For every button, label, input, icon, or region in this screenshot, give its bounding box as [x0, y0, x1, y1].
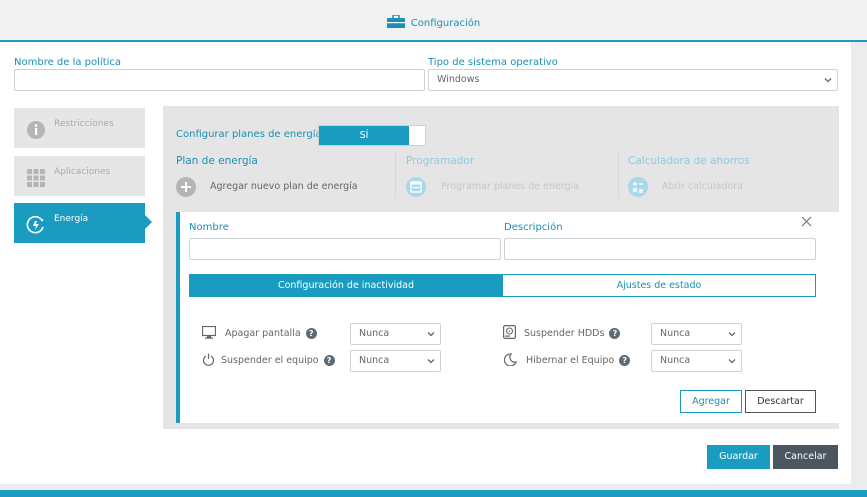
- info-icon: [26, 120, 46, 140]
- configure-energy-toggle[interactable]: SÍ: [318, 125, 426, 146]
- os-type-label: Tipo de sistema operativo: [428, 57, 558, 68]
- close-icon[interactable]: [801, 216, 812, 227]
- bottom-accent-bar: [0, 490, 867, 497]
- help-icon[interactable]: ?: [619, 355, 631, 366]
- sidebar-item-label: Energía: [54, 214, 89, 224]
- sidebar-item-energia[interactable]: Energía: [14, 203, 152, 243]
- sidebar-item-label: Restricciones: [54, 119, 114, 129]
- option-label-hibernate: Hibernar el Equipo?: [526, 355, 631, 366]
- suspend-hdds-select[interactable]: Nunca: [651, 323, 742, 345]
- turn-off-screen-select[interactable]: Nunca: [350, 323, 441, 345]
- plan-description-input[interactable]: [504, 238, 816, 260]
- chevron-down-icon: [824, 78, 832, 83]
- suspend-computer-select[interactable]: Nunca: [350, 350, 441, 372]
- chevron-down-icon: [728, 359, 736, 364]
- plus-icon[interactable]: [176, 177, 196, 197]
- help-icon[interactable]: ?: [305, 328, 317, 339]
- option-text: Hibernar el Equipo: [526, 355, 615, 366]
- select-value: Nunca: [660, 328, 691, 339]
- select-value: Nunca: [660, 355, 691, 366]
- header-title: Configuración: [0, 14, 867, 31]
- calculator-icon[interactable]: [628, 177, 648, 197]
- select-value: Nunca: [359, 355, 390, 366]
- configure-energy-label: Configurar planes de energía: [176, 129, 322, 140]
- cancel-button[interactable]: Cancelar: [773, 445, 838, 469]
- chevron-down-icon: [427, 332, 435, 337]
- scheduler-heading: Programador: [406, 155, 475, 167]
- moon-icon: [504, 353, 517, 366]
- option-text: Suspender el equipo: [221, 355, 319, 366]
- plan-description-label: Descripción: [504, 222, 563, 233]
- calculator-heading: Calculadora de ahorros: [628, 155, 750, 167]
- power-icon: [202, 353, 215, 366]
- column-divider: [618, 152, 619, 198]
- hibernate-select[interactable]: Nunca: [651, 350, 742, 372]
- plan-heading: Plan de energía: [176, 155, 258, 167]
- discard-button[interactable]: Descartar: [745, 390, 816, 413]
- briefcase-icon: [386, 14, 405, 31]
- header-title-text: Configuración: [410, 18, 481, 29]
- help-icon[interactable]: ?: [323, 355, 335, 366]
- energy-icon: [26, 215, 46, 235]
- schedule-plans-link[interactable]: Programar planes de energía: [441, 181, 579, 192]
- add-button[interactable]: Agregar: [680, 390, 742, 413]
- os-type-select[interactable]: Windows: [428, 69, 838, 91]
- policy-name-input[interactable]: [14, 69, 425, 91]
- sidebar-item-restricciones[interactable]: Restricciones: [14, 108, 145, 148]
- option-text: Suspender HDDs: [524, 328, 605, 339]
- hdd-icon: [503, 325, 516, 339]
- option-text: Apagar pantalla: [225, 328, 301, 339]
- select-value: Nunca: [359, 328, 390, 339]
- help-icon[interactable]: ?: [609, 328, 621, 339]
- tab-state-settings[interactable]: Ajustes de estado: [502, 274, 816, 297]
- policy-name-label: Nombre de la política: [14, 57, 122, 68]
- add-plan-link[interactable]: Agregar nuevo plan de energía: [210, 181, 358, 192]
- plan-name-label: Nombre: [189, 222, 229, 233]
- header-bar: Configuración: [0, 0, 867, 42]
- toggle-on-label: SÍ: [319, 126, 409, 145]
- option-label-turn-off-screen: Apagar pantalla?: [225, 328, 317, 339]
- option-label-suspend-hdds: Suspender HDDs?: [524, 328, 621, 339]
- grid-icon: [26, 168, 46, 188]
- os-type-value: Windows: [437, 74, 480, 85]
- tab-inactivity[interactable]: Configuración de inactividad: [189, 274, 503, 297]
- plan-name-input[interactable]: [189, 238, 501, 260]
- monitor-icon: [202, 326, 216, 339]
- active-pointer: [145, 215, 152, 229]
- sidebar-item-aplicaciones[interactable]: Aplicaciones: [14, 156, 145, 196]
- sidebar-item-label: Aplicaciones: [54, 167, 111, 177]
- save-button[interactable]: Guardar: [707, 445, 770, 469]
- chevron-down-icon: [728, 332, 736, 337]
- option-label-suspend-computer: Suspender el equipo?: [221, 355, 335, 366]
- scheduler-icon[interactable]: [406, 177, 426, 197]
- chevron-down-icon: [427, 359, 435, 364]
- open-calculator-link[interactable]: Abrir calculadora: [662, 181, 743, 192]
- column-divider: [395, 152, 396, 198]
